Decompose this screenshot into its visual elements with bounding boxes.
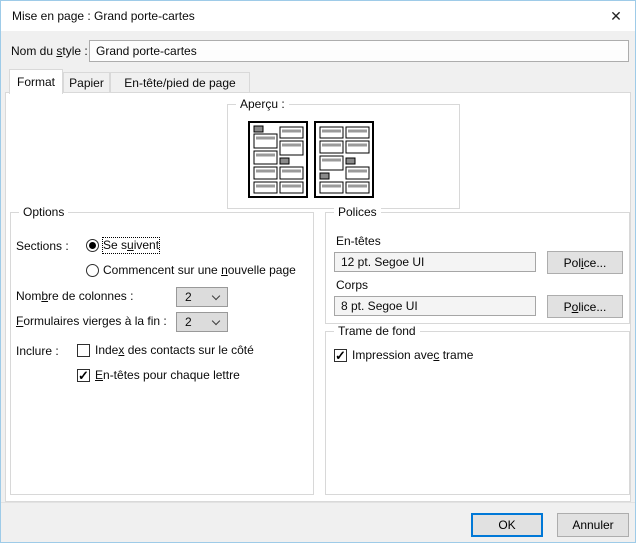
fonts-group-title: Polices (334, 205, 381, 220)
chevron-down-icon (212, 317, 220, 325)
shading-group-title: Trame de fond (334, 324, 420, 339)
body-font-label: Corps (336, 278, 368, 293)
tab-papier[interactable]: Papier (63, 72, 110, 93)
chevron-down-icon (212, 292, 220, 300)
radio-sections-nouvelle-page[interactable] (86, 264, 99, 277)
titlebar: Mise en page : Grand porte-cartes ✕ (1, 1, 635, 31)
style-name-label: Nom du style : (11, 44, 88, 59)
preview-group: Aperçu : (227, 104, 460, 209)
body-font-field: 8 pt. Segoe UI (334, 296, 536, 316)
checkbox-print-shading-label[interactable]: Impression avec trame (352, 348, 473, 363)
preview-pages-graphic (248, 121, 374, 199)
tab-format[interactable]: Format (9, 69, 63, 94)
cancel-button[interactable]: Annuler (557, 513, 629, 537)
window-title: Mise en page : Grand porte-cartes (12, 1, 195, 31)
checkbox-letter-headings[interactable] (77, 369, 90, 382)
columns-dropdown[interactable]: 2 (176, 287, 228, 307)
headings-font-button[interactable]: Police... (547, 251, 623, 274)
radio-sections-se-suivent[interactable] (86, 239, 99, 252)
close-icon[interactable]: ✕ (599, 1, 633, 31)
format-tab-page: Aperçu : (5, 92, 631, 502)
body-font-button[interactable]: Police... (547, 295, 623, 318)
checkbox-contact-index[interactable] (77, 344, 90, 357)
checkbox-contact-index-label[interactable]: Index des contacts sur le côté (95, 343, 254, 358)
radio-sections-nouvelle-page-label[interactable]: Commencent sur une nouvelle page (103, 263, 296, 278)
preview-group-title: Aperçu : (236, 97, 289, 112)
blank-forms-dropdown-value: 2 (185, 313, 192, 331)
radio-sections-se-suivent-label[interactable]: Se suivent (103, 238, 159, 253)
headings-font-label: En-têtes (336, 234, 381, 249)
blank-forms-label: Formulaires vierges à la fin : (16, 314, 167, 329)
blank-forms-dropdown[interactable]: 2 (176, 312, 228, 332)
footer-bar: OK Annuler (1, 502, 635, 542)
page-setup-dialog: Mise en page : Grand porte-cartes ✕ Nom … (0, 0, 636, 543)
headings-font-field: 12 pt. Segoe UI (334, 252, 536, 272)
tab-entete-pied-de-page[interactable]: En-tête/pied de page (110, 72, 250, 93)
ok-button[interactable]: OK (471, 513, 543, 537)
columns-dropdown-value: 2 (185, 288, 192, 306)
checkbox-print-shading[interactable] (334, 349, 347, 362)
checkbox-letter-headings-label[interactable]: En-têtes pour chaque lettre (95, 368, 240, 383)
options-group-title: Options (19, 205, 68, 220)
columns-label: Nombre de colonnes : (16, 289, 133, 304)
include-label: Inclure : (16, 344, 59, 359)
sections-label: Sections : (16, 239, 69, 254)
style-name-input[interactable]: Grand porte-cartes (89, 40, 629, 62)
